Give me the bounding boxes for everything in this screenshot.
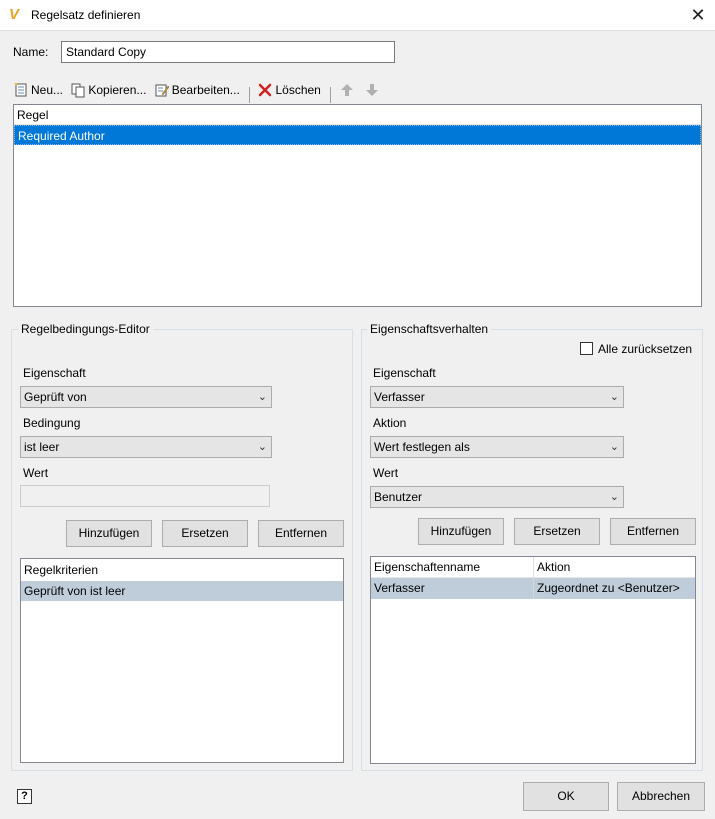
grid-cell-action[interactable]: Zugeordnet zu <Benutzer> bbox=[534, 578, 695, 599]
behavior-action-label: Aktion bbox=[373, 416, 407, 430]
toolbar-separator bbox=[249, 86, 251, 103]
condition-label: Bedingung bbox=[23, 416, 81, 430]
edit-icon bbox=[154, 82, 170, 98]
behavior-value-label: Wert bbox=[373, 466, 399, 480]
edit-rule-label: Bearbeiten... bbox=[171, 83, 240, 97]
copy-icon bbox=[70, 82, 86, 98]
condition-editor-title: Regelbedingungs-Editor bbox=[18, 322, 153, 336]
name-input[interactable]: Standard Copy bbox=[61, 41, 395, 63]
help-icon[interactable]: ? bbox=[17, 789, 32, 804]
window-title: Regelsatz definieren bbox=[31, 8, 141, 22]
chevron-down-icon: ⌄ bbox=[257, 391, 267, 403]
condition-property-select[interactable]: Geprüft von ⌄ bbox=[20, 386, 272, 408]
behavior-action-value: Wert festlegen als bbox=[374, 440, 470, 454]
app-logo-icon: V bbox=[9, 6, 20, 23]
arrow-up-icon bbox=[339, 82, 355, 98]
criteria-list-item[interactable]: Geprüft von ist leer bbox=[21, 581, 343, 601]
condition-remove-button[interactable]: Entfernen bbox=[258, 520, 344, 547]
chevron-down-icon: ⌄ bbox=[257, 441, 267, 453]
chevron-down-icon: ⌄ bbox=[609, 441, 619, 453]
rules-toolbar: Neu... Kopieren... Bearbeiten... Löschen bbox=[13, 80, 701, 103]
behavior-action-select[interactable]: Wert festlegen als ⌄ bbox=[370, 436, 624, 458]
behavior-property-value: Verfasser bbox=[374, 390, 425, 404]
rules-list-item[interactable]: Required Author bbox=[14, 125, 701, 145]
chevron-down-icon: ⌄ bbox=[609, 391, 619, 403]
copy-rule-label: Kopieren... bbox=[88, 83, 147, 97]
condition-property-label: Eigenschaft bbox=[23, 366, 86, 380]
copy-rule-button[interactable]: Kopieren... bbox=[70, 80, 146, 100]
reset-all-checkbox[interactable] bbox=[580, 342, 593, 355]
behavior-value-select[interactable]: Benutzer ⌄ bbox=[370, 486, 624, 508]
grid-cell-name[interactable]: Verfasser bbox=[371, 578, 534, 599]
behavior-grid[interactable]: Eigenschaftenname Aktion Verfasser Zugeo… bbox=[370, 556, 696, 764]
close-icon[interactable]: ✕ bbox=[686, 3, 710, 27]
rules-list-header[interactable]: Regel bbox=[14, 105, 701, 125]
condition-select[interactable]: ist leer ⌄ bbox=[20, 436, 272, 458]
criteria-list-header[interactable]: Regelkriterien bbox=[21, 559, 343, 581]
condition-replace-button[interactable]: Ersetzen bbox=[162, 520, 248, 547]
edit-rule-button[interactable]: Bearbeiten... bbox=[154, 80, 240, 100]
delete-rule-label: Löschen bbox=[275, 83, 321, 97]
delete-rule-button[interactable]: Löschen bbox=[257, 80, 321, 100]
condition-value-label: Wert bbox=[23, 466, 49, 480]
behavior-value-value: Benutzer bbox=[374, 490, 423, 504]
condition-value-input[interactable] bbox=[20, 485, 270, 507]
cancel-button[interactable]: Abbrechen bbox=[617, 782, 705, 811]
behavior-replace-button[interactable]: Ersetzen bbox=[514, 518, 600, 545]
new-rule-label: Neu... bbox=[31, 83, 64, 97]
reset-all-label[interactable]: Alle zurücksetzen bbox=[598, 342, 692, 356]
condition-property-value: Geprüft von bbox=[24, 390, 87, 404]
condition-value: ist leer bbox=[24, 440, 60, 454]
behavior-property-label: Eigenschaft bbox=[373, 366, 436, 380]
new-document-icon bbox=[13, 82, 29, 98]
grid-column-header-name[interactable]: Eigenschaftenname bbox=[371, 557, 534, 578]
name-label: Name: bbox=[13, 45, 49, 59]
delete-x-icon bbox=[257, 82, 273, 98]
rules-list[interactable]: Regel Required Author bbox=[13, 104, 702, 307]
behavior-add-button[interactable]: Hinzufügen bbox=[418, 518, 504, 545]
new-rule-button[interactable]: Neu... bbox=[13, 80, 63, 100]
condition-add-button[interactable]: Hinzufügen bbox=[66, 520, 152, 547]
property-behavior-title: Eigenschaftsverhalten bbox=[367, 322, 492, 336]
behavior-remove-button[interactable]: Entfernen bbox=[610, 518, 696, 545]
ok-button[interactable]: OK bbox=[523, 782, 609, 811]
behavior-property-select[interactable]: Verfasser ⌄ bbox=[370, 386, 624, 408]
chevron-down-icon: ⌄ bbox=[609, 491, 619, 503]
criteria-list[interactable]: Regelkriterien Geprüft von ist leer bbox=[20, 558, 344, 763]
grid-column-header-action[interactable]: Aktion bbox=[534, 557, 695, 578]
arrow-down-icon bbox=[364, 82, 380, 98]
move-down-button[interactable] bbox=[364, 80, 382, 100]
toolbar-separator bbox=[330, 86, 332, 103]
move-up-button[interactable] bbox=[339, 80, 357, 100]
